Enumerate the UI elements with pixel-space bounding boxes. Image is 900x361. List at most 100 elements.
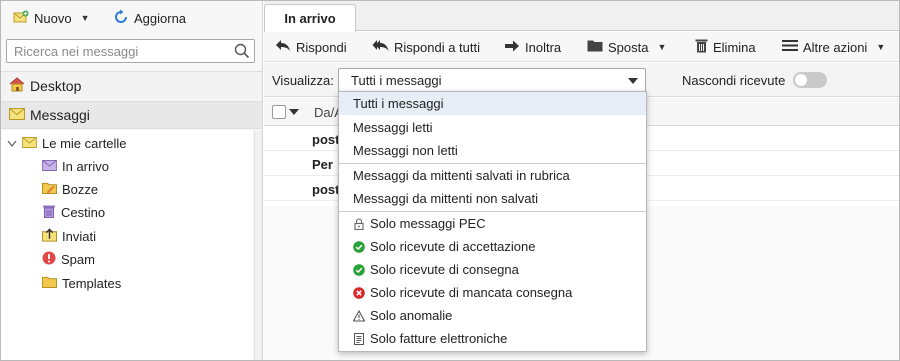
sidebar-scrollbar[interactable] bbox=[254, 130, 262, 360]
action-toolbar: Rispondi Rispondi a tutti Inoltra Sposta… bbox=[264, 32, 899, 62]
option-label: Messaggi non letti bbox=[353, 143, 458, 158]
search-icon[interactable] bbox=[234, 43, 250, 62]
folder-trash[interactable]: Cestino bbox=[42, 201, 105, 223]
search-input[interactable] bbox=[7, 40, 227, 62]
envelope-icon bbox=[9, 107, 25, 123]
folder-label: In arrivo bbox=[62, 158, 109, 174]
invoice-document-icon bbox=[353, 332, 365, 345]
more-actions-label: Altre azioni bbox=[803, 39, 868, 55]
reply-button[interactable]: Rispondi bbox=[275, 37, 347, 57]
check-circle-icon bbox=[353, 240, 365, 253]
reply-label: Rispondi bbox=[296, 39, 347, 55]
chevron-down-icon: ▼ bbox=[657, 42, 667, 52]
reply-icon bbox=[275, 39, 291, 55]
sidebar: Nuovo ▼ Aggiorna Ricerca nei messaggi De… bbox=[1, 1, 263, 360]
home-icon bbox=[9, 76, 25, 95]
chevron-down-icon: ▼ bbox=[80, 13, 90, 23]
dropdown-option-pec-only[interactable]: Solo messaggi PEC bbox=[339, 212, 646, 235]
expand-chevron-icon[interactable] bbox=[7, 136, 17, 151]
reply-all-label: Rispondi a tutti bbox=[394, 39, 480, 55]
message-sender: post bbox=[312, 182, 340, 197]
delete-button[interactable]: Elimina bbox=[695, 37, 756, 57]
select-menu-chevron-icon[interactable] bbox=[289, 109, 299, 115]
option-label: Solo anomalie bbox=[370, 308, 453, 323]
lock-icon bbox=[353, 217, 365, 230]
nav-desktop[interactable]: Desktop bbox=[1, 71, 262, 99]
folder-label: Bozze bbox=[62, 181, 99, 197]
message-sender: Per bbox=[312, 157, 333, 172]
folder-icon bbox=[587, 39, 603, 55]
folder-label: Cestino bbox=[61, 204, 106, 220]
dropdown-option-non-delivery[interactable]: Solo ricevute di mancata consegna bbox=[339, 281, 646, 304]
move-button[interactable]: Sposta ▼ bbox=[587, 37, 666, 57]
view-filter-value: Tutti i messaggi bbox=[351, 72, 442, 88]
dropdown-option-unsaved-senders[interactable]: Messaggi da mittenti non salvati bbox=[339, 187, 646, 210]
folder-drafts[interactable]: Bozze bbox=[42, 178, 98, 200]
inbox-icon bbox=[42, 159, 57, 174]
trash-icon bbox=[42, 204, 56, 221]
sent-icon bbox=[42, 227, 57, 245]
option-label: Messaggi letti bbox=[353, 120, 433, 135]
dropdown-option-acceptance[interactable]: Solo ricevute di accettazione bbox=[339, 235, 646, 258]
dropdown-option-read[interactable]: Messaggi letti bbox=[339, 116, 646, 139]
forward-button[interactable]: Inoltra bbox=[504, 37, 561, 57]
envelope-icon bbox=[22, 136, 37, 151]
toggle-knob bbox=[795, 74, 807, 86]
hide-receipts-label: Nascondi ricevute bbox=[682, 73, 786, 88]
forward-arrow-icon bbox=[504, 40, 520, 55]
option-label: Solo fatture elettroniche bbox=[370, 331, 508, 346]
hide-receipts-toggle[interactable] bbox=[793, 72, 827, 88]
delete-label: Elimina bbox=[713, 39, 756, 55]
refresh-icon bbox=[113, 9, 129, 28]
option-label: Solo ricevute di consegna bbox=[370, 262, 519, 277]
tab-strip: In arrivo bbox=[264, 1, 899, 32]
option-label: Solo messaggi PEC bbox=[370, 216, 486, 231]
new-message-button[interactable]: Nuovo ▼ bbox=[13, 8, 90, 28]
reply-all-button[interactable]: Rispondi a tutti bbox=[372, 37, 480, 57]
option-label: Solo ricevute di mancata consegna bbox=[370, 285, 573, 300]
folder-label: Templates bbox=[62, 275, 122, 291]
option-label: Tutti i messaggi bbox=[353, 96, 444, 111]
dropdown-option-e-invoices[interactable]: Solo fatture elettroniche bbox=[339, 327, 646, 350]
folder-tree: Le mie cartelle In arrivo Bozze Cestino … bbox=[1, 130, 253, 360]
dropdown-option-anomalies[interactable]: Solo anomalie bbox=[339, 304, 646, 327]
tab-inbox[interactable]: In arrivo bbox=[264, 4, 356, 32]
folder-icon bbox=[42, 275, 57, 291]
drafts-folder-icon bbox=[42, 181, 57, 197]
view-filter-select[interactable]: Tutti i messaggi bbox=[338, 68, 646, 92]
dropdown-option-all[interactable]: Tutti i messaggi bbox=[339, 92, 646, 115]
folder-root-label: Le mie cartelle bbox=[42, 135, 127, 151]
folder-root-my-folders[interactable]: Le mie cartelle bbox=[7, 132, 127, 154]
chevron-down-icon bbox=[628, 78, 638, 84]
dropdown-option-unread[interactable]: Messaggi non letti bbox=[339, 139, 646, 162]
reply-all-icon bbox=[372, 39, 389, 55]
move-label: Sposta bbox=[608, 39, 649, 55]
refresh-button[interactable]: Aggiorna bbox=[113, 8, 186, 28]
folder-inbox[interactable]: In arrivo bbox=[42, 155, 109, 177]
check-circle-icon bbox=[353, 263, 365, 276]
folder-label: Spam bbox=[61, 251, 95, 267]
refresh-label: Aggiorna bbox=[134, 10, 187, 26]
sidebar-toolbar: Nuovo ▼ Aggiorna bbox=[1, 1, 263, 35]
forward-label: Inoltra bbox=[525, 39, 562, 55]
nav-messages[interactable]: Messaggi bbox=[1, 101, 262, 129]
trash-icon bbox=[695, 38, 708, 56]
folder-sent[interactable]: Inviati bbox=[42, 225, 96, 247]
chevron-down-icon: ▼ bbox=[876, 42, 886, 52]
dropdown-option-delivery[interactable]: Solo ricevute di consegna bbox=[339, 258, 646, 281]
view-filter-dropdown: Tutti i messaggi Messaggi letti Messaggi… bbox=[338, 91, 647, 352]
warning-icon bbox=[353, 309, 365, 322]
option-label: Solo ricevute di accettazione bbox=[370, 239, 536, 254]
new-message-label: Nuovo bbox=[34, 10, 72, 26]
error-circle-icon bbox=[353, 286, 365, 299]
folder-spam[interactable]: Spam bbox=[42, 248, 95, 270]
folder-templates[interactable]: Templates bbox=[42, 272, 121, 294]
select-all-checkbox[interactable] bbox=[272, 105, 286, 119]
more-actions-button[interactable]: Altre azioni ▼ bbox=[782, 37, 885, 57]
message-sender: post bbox=[312, 132, 340, 147]
dropdown-option-saved-senders[interactable]: Messaggi da mittenti salvati in rubrica bbox=[339, 164, 646, 187]
mail-app-window: Nuovo ▼ Aggiorna Ricerca nei messaggi De… bbox=[0, 0, 900, 361]
view-filter-label: Visualizza: bbox=[272, 73, 334, 88]
nav-messages-label: Messaggi bbox=[30, 107, 90, 123]
hamburger-menu-icon bbox=[782, 39, 798, 55]
